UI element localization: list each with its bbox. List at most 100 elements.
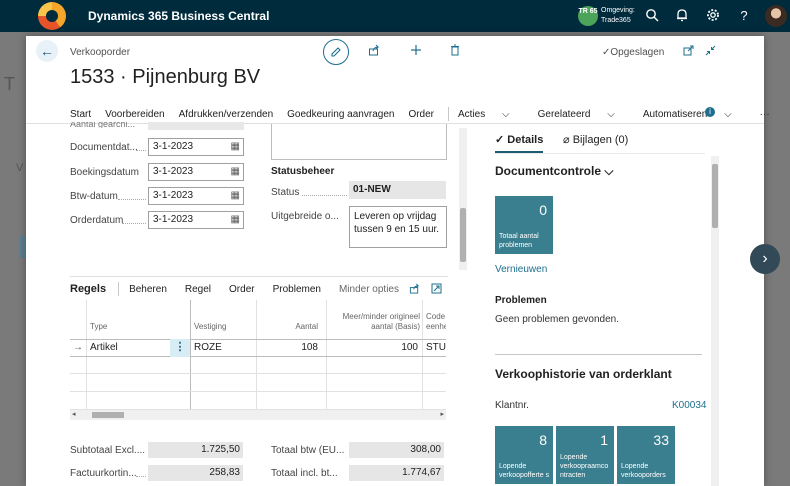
help-icon[interactable]: ? — [736, 8, 752, 24]
action-actions-menu[interactable]: Acties ⌵ — [458, 109, 524, 120]
problems-count-tile[interactable]: 0 Totaal aantal problemen — [495, 196, 553, 254]
action-start[interactable]: Start — [70, 109, 91, 120]
open-new-window-icon[interactable] — [683, 45, 694, 59]
main-scrollbar[interactable] — [459, 128, 467, 270]
customer-no-label: Klantnr. — [495, 400, 529, 411]
info-icon[interactable]: i — [705, 107, 715, 117]
open-quotes-tile[interactable]: 8 Lopende verkoopofferte s — [495, 426, 553, 484]
refresh-link[interactable]: Vernieuwen — [495, 264, 547, 275]
customer-no-link[interactable]: K00034 — [672, 400, 706, 411]
status-section-title: Statusbeheer — [271, 166, 335, 177]
col-header-uom[interactable]: Code eenhe — [426, 312, 446, 332]
open-blanket-orders-tile[interactable]: 1 Lopende verkoopraamco ntracten — [556, 426, 614, 484]
environment-badge[interactable]: TR 65 — [578, 6, 598, 26]
document-date-value: 3-1-2023 — [153, 141, 194, 152]
environment-info[interactable]: Omgeving: Trade365 — [601, 6, 635, 26]
problems-heading: Problemen — [495, 295, 547, 306]
lines-order-button[interactable]: Order — [229, 284, 255, 295]
chevron-down-icon: ⌵ — [724, 108, 732, 120]
saved-status: ✓Opgeslagen — [602, 47, 664, 58]
leader-dots — [136, 150, 146, 151]
edit-icon[interactable] — [323, 39, 349, 65]
breadcrumb: Verkooporder — [70, 47, 131, 58]
factbox-scrollbar[interactable] — [711, 156, 719, 486]
scrollbar-thumb[interactable] — [460, 208, 466, 262]
tab-attachments[interactable]: ⌀ Bijlagen (0) — [563, 133, 628, 146]
vat-total-label: Totaal btw (EU... — [271, 445, 345, 456]
expand-icon[interactable] — [431, 283, 442, 297]
scrollbar-thumb[interactable] — [92, 412, 124, 418]
lines-horizontal-scrollbar[interactable]: ◂ ▸ — [70, 410, 446, 420]
next-record-button[interactable]: › — [750, 244, 780, 274]
leader-dots — [302, 195, 347, 196]
archived-count-field — [148, 122, 244, 130]
calendar-icon[interactable]: ▦ — [231, 139, 240, 155]
action-automate-menu[interactable]: Automatiseren ⌵ — [643, 109, 746, 120]
cell-location[interactable]: ROZE — [194, 339, 222, 356]
cell-more-less[interactable]: 100 — [328, 339, 418, 356]
document-check-title[interactable]: Documentcontrole ⌵ — [495, 164, 613, 179]
action-related-label: Gerelateerd — [537, 108, 591, 120]
subtotal-value: 1.725,50 — [148, 442, 243, 458]
action-print-send[interactable]: Afdrukken/verzenden — [179, 109, 274, 120]
order-date-field[interactable]: 3-1-2023 ▦ — [148, 211, 244, 229]
action-prepare[interactable]: Voorbereiden — [105, 109, 165, 120]
vat-date-value: 3-1-2023 — [153, 190, 194, 201]
lines-problems-button[interactable]: Problemen — [273, 284, 321, 295]
cell-type[interactable]: Artikel — [90, 339, 118, 356]
share-icon[interactable] — [362, 40, 386, 64]
background-selection-bar — [20, 236, 25, 258]
lines-manage-button[interactable]: Beheren — [129, 284, 167, 295]
lines-line-button[interactable]: Regel — [185, 284, 211, 295]
user-avatar[interactable] — [765, 5, 787, 27]
action-separator — [448, 107, 450, 121]
cell-uom[interactable]: STUK — [426, 339, 446, 356]
share-icon[interactable] — [409, 283, 420, 297]
open-orders-tile[interactable]: 33 Lopende verkooporders — [617, 426, 675, 484]
chevron-down-icon: ⌵ — [502, 108, 510, 120]
collapse-icon[interactable] — [705, 45, 716, 59]
vat-date-field[interactable]: 3-1-2023 ▦ — [148, 187, 244, 205]
bell-icon[interactable] — [674, 8, 690, 24]
saved-label: Opgeslagen — [610, 47, 665, 58]
action-order[interactable]: Order — [408, 109, 434, 120]
calendar-icon[interactable]: ▦ — [231, 212, 240, 228]
action-request-approval[interactable]: Goedkeuring aanvragen — [287, 109, 394, 120]
section-divider — [70, 276, 448, 277]
lines-fewer-options-button[interactable]: Minder opties — [339, 284, 399, 295]
scroll-left-icon[interactable]: ◂ — [72, 410, 76, 420]
action-more-button[interactable]: ··· — [760, 109, 770, 120]
row-arrow-icon: → — [73, 342, 83, 353]
sales-history-title: Verkoophistorie van orderklant — [495, 367, 672, 381]
lines-title[interactable]: Regels — [70, 283, 106, 295]
col-header-location[interactable]: Vestiging — [194, 322, 226, 332]
add-icon[interactable] — [404, 40, 428, 64]
search-icon[interactable] — [644, 8, 660, 24]
memo-field[interactable] — [271, 124, 447, 160]
calendar-icon[interactable]: ▦ — [231, 188, 240, 204]
tab-details-label: Details — [507, 134, 544, 146]
tile-label: Lopende verkoopofferte s — [499, 463, 550, 479]
document-date-field[interactable]: 3-1-2023 ▦ — [148, 138, 244, 156]
total-incl-value: 1.774,67 — [349, 465, 444, 481]
back-button[interactable]: ← — [36, 40, 58, 62]
leader-dots — [122, 223, 146, 224]
gear-icon[interactable] — [705, 8, 721, 24]
tile-count: 8 — [539, 432, 547, 448]
delete-icon[interactable] — [443, 40, 467, 64]
col-header-type[interactable]: Type — [90, 322, 107, 332]
posting-date-field[interactable]: 3-1-2023 ▦ — [148, 163, 244, 181]
factbox-divider — [495, 354, 702, 355]
calendar-icon[interactable]: ▦ — [231, 164, 240, 180]
scrollbar-thumb[interactable] — [712, 164, 718, 228]
col-header-more-less[interactable]: Meer/minder origineel aantal (Basis) — [328, 312, 420, 332]
row-menu-button[interactable]: ⋮ — [170, 339, 190, 357]
action-related-menu[interactable]: Gerelateerd ⌵ — [538, 109, 629, 120]
col-header-quantity[interactable]: Aantal — [260, 322, 318, 332]
extended-text-field[interactable]: Leveren op vrijdag tussen 9 en 15 uur. — [349, 206, 447, 248]
leader-dots — [136, 476, 146, 477]
scroll-right-icon[interactable]: ▸ — [440, 410, 444, 420]
tab-details[interactable]: ✓ Details — [495, 133, 543, 146]
cell-quantity[interactable]: 108 — [260, 339, 318, 356]
posting-date-label: Boekingsdatum — [70, 167, 139, 178]
